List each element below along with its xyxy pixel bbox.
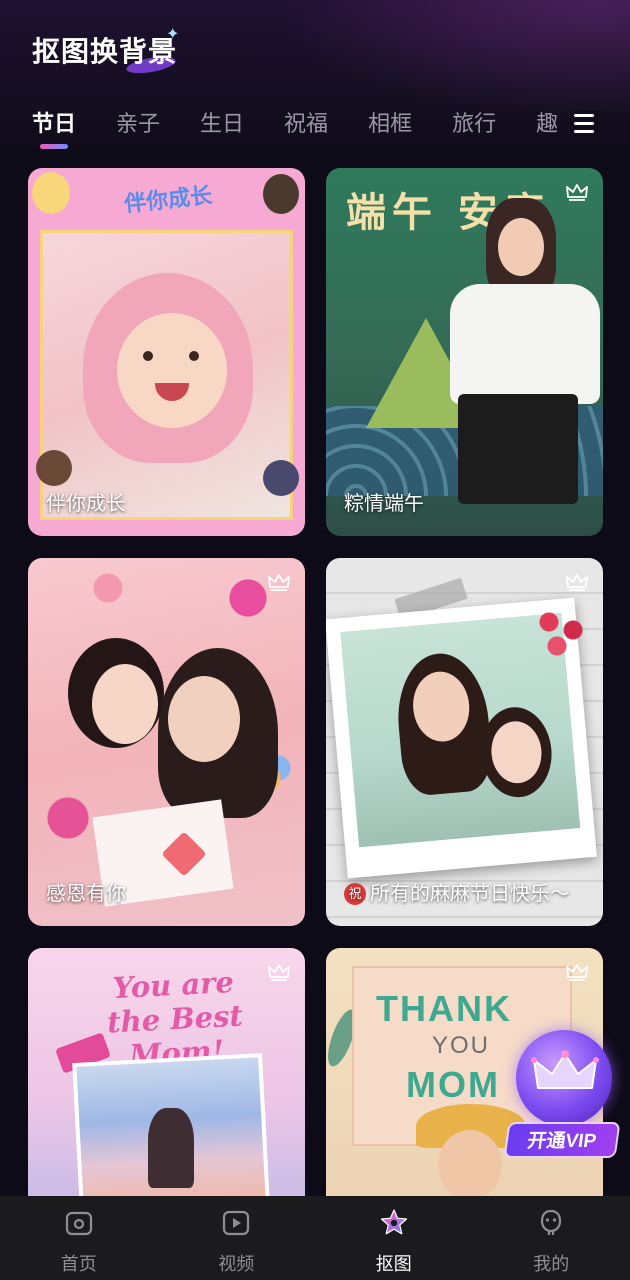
crown-icon	[566, 184, 588, 201]
nav-label: 抠图	[375, 1254, 412, 1274]
sparkle-icon: ✦	[166, 26, 180, 43]
card-art-text: YOU	[432, 1032, 491, 1059]
template-card[interactable]: 端午 安康 粽情端午	[326, 168, 603, 536]
card-caption-text: 所有的麻麻节日快乐～	[370, 883, 570, 905]
card-caption: 粽情端午	[344, 493, 424, 515]
template-card[interactable]: 祝所有的麻麻节日快乐～	[326, 558, 603, 926]
nav-item-home[interactable]: 首页	[0, 1196, 158, 1280]
profile-icon	[541, 1209, 562, 1235]
nav-label: 我的	[533, 1254, 570, 1274]
template-card[interactable]: 伴你成长 伴你成长	[28, 168, 305, 536]
header: 抠图换背景 ✦ 节日 亲子 生日 祝福 相框 旅行 趣	[0, 0, 630, 150]
card-art-text: MOM	[406, 1064, 500, 1105]
page-title: 抠图换背景	[32, 36, 178, 67]
tab-indicator	[40, 144, 68, 149]
template-card[interactable]: 感恩有你	[28, 558, 305, 926]
bottom-navigation: 首页 视频 抠图 我的	[0, 1196, 630, 1280]
tab-label: 旅行	[452, 111, 497, 136]
tab-parent-child[interactable]: 亲子	[116, 106, 160, 150]
nav-item-cutout[interactable]: 抠图	[315, 1196, 473, 1280]
card-caption: 伴你成长	[46, 493, 126, 515]
cartoon-kid-icon	[263, 174, 299, 214]
crown-icon	[566, 574, 588, 591]
tab-fun[interactable]: 趣	[536, 106, 558, 150]
video-play-icon	[223, 1210, 250, 1236]
cartoon-kid-icon	[32, 172, 70, 214]
crown-icon	[566, 964, 588, 981]
nav-label: 首页	[60, 1254, 97, 1274]
nav-label: 视频	[218, 1254, 255, 1274]
tab-label: 节日	[32, 111, 77, 136]
card-caption: 感恩有你	[46, 883, 126, 905]
cartoon-kid-icon	[263, 460, 299, 496]
nav-item-profile[interactable]: 我的	[473, 1196, 630, 1280]
menu-icon[interactable]	[568, 110, 602, 140]
tab-photo-frame[interactable]: 相框	[368, 106, 412, 150]
tab-label: 祝福	[284, 111, 329, 136]
vip-promo-button[interactable]: 开通VIP	[503, 1030, 621, 1160]
tab-festival[interactable]: 节日	[32, 106, 76, 150]
home-icon	[65, 1211, 92, 1236]
crown-icon	[268, 574, 290, 591]
tab-label: 相框	[368, 111, 413, 136]
nav-item-video[interactable]: 视频	[158, 1196, 316, 1280]
star-cutout-icon	[380, 1209, 407, 1235]
card-logo-text: 伴你成长	[123, 182, 214, 217]
wish-badge: 祝	[344, 883, 366, 905]
category-tabs: 节日 亲子 生日 祝福 相框 旅行 趣	[0, 106, 630, 150]
crown-icon	[268, 964, 290, 981]
tab-blessing[interactable]: 祝福	[284, 106, 328, 150]
cartoon-kid-icon	[36, 450, 72, 486]
vip-label: 开通VIP	[503, 1122, 621, 1158]
crown-icon	[531, 1050, 599, 1089]
tab-label: 生日	[200, 111, 245, 136]
tab-label: 趣	[536, 111, 559, 136]
card-art-text: THANK	[376, 988, 512, 1029]
tab-travel[interactable]: 旅行	[452, 106, 496, 150]
card-thumbnail	[40, 230, 293, 520]
tab-label: 亲子	[116, 111, 161, 136]
template-card[interactable]: You are the Best Mom!	[28, 948, 305, 1196]
card-caption: 祝所有的麻麻节日快乐～	[344, 877, 570, 906]
flowers-decoration	[533, 608, 589, 678]
tab-birthday[interactable]: 生日	[200, 106, 244, 150]
